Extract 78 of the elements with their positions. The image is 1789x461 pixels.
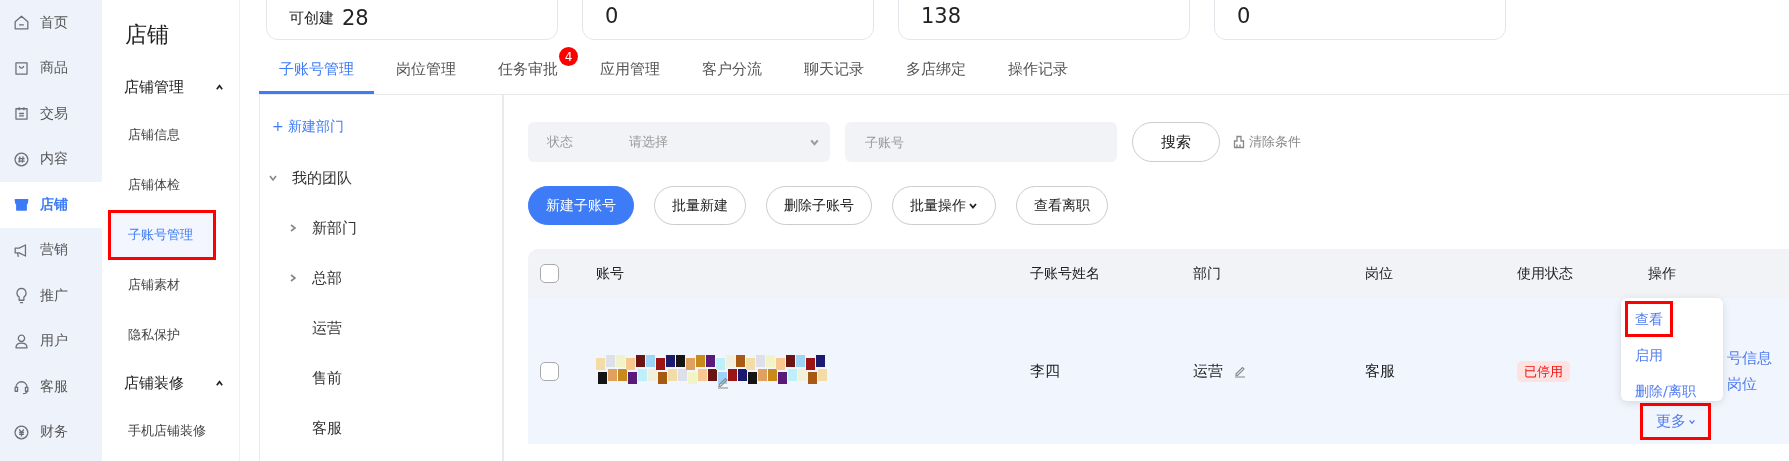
tree-item[interactable]: 新部门 bbox=[260, 203, 502, 253]
chevron-icon bbox=[268, 173, 278, 183]
checkbox[interactable] bbox=[540, 264, 559, 283]
sidebar-item[interactable]: 店铺信息 bbox=[108, 110, 216, 160]
sidebar-item[interactable]: 店铺素材 bbox=[108, 260, 216, 310]
chevron-icon bbox=[1687, 417, 1696, 426]
nav-item[interactable]: 推广 bbox=[0, 273, 102, 319]
nav-item[interactable]: 用户 bbox=[0, 318, 102, 364]
action-link[interactable]: 岗位 bbox=[1727, 375, 1772, 394]
toolbar-button[interactable]: 新建子账号 bbox=[528, 186, 634, 225]
stat-value: 28 bbox=[342, 8, 369, 28]
stat-value: 0 bbox=[605, 4, 619, 28]
chevron-icon bbox=[215, 82, 224, 92]
tree-label: 总部 bbox=[312, 268, 342, 288]
nav-item[interactable]: 客服 bbox=[0, 364, 102, 410]
sidebar-item[interactable]: 子账号管理 bbox=[108, 210, 216, 260]
nav-item[interactable]: 店铺 bbox=[0, 182, 102, 228]
tree-item[interactable]: 总部 bbox=[260, 253, 502, 303]
tab[interactable]: 聊天记录 bbox=[784, 44, 884, 94]
column-header: 部门 bbox=[1193, 264, 1222, 283]
column-header: 子账号姓名 bbox=[1030, 264, 1101, 283]
sidebar-group[interactable]: 店铺装修 bbox=[108, 360, 224, 406]
sidebar-group[interactable]: 店铺管理 bbox=[108, 64, 224, 110]
nav-item[interactable]: 内容 bbox=[0, 136, 102, 182]
sidebar-item[interactable]: 隐私保护 bbox=[108, 310, 216, 360]
stat-value: 0 bbox=[1237, 4, 1251, 28]
tree-label: 售前 bbox=[312, 368, 342, 388]
chevron-icon bbox=[288, 273, 298, 283]
column-header: 操作 bbox=[1648, 264, 1677, 283]
table-cell-text: 李四 bbox=[1030, 361, 1061, 381]
column-header: 使用状态 bbox=[1517, 264, 1574, 283]
stat-value: 138 bbox=[921, 4, 962, 28]
toolbar-button[interactable]: 查看离职 bbox=[1016, 186, 1108, 225]
tab[interactable]: 子账号管理 bbox=[259, 44, 374, 94]
more-link[interactable]: 更多 bbox=[1640, 403, 1711, 440]
tab[interactable]: 岗位管理 bbox=[376, 44, 476, 94]
nav-item[interactable]: 交易 bbox=[0, 91, 102, 137]
status-tag: 已停用 bbox=[1517, 360, 1570, 382]
search-button[interactable]: 搜索 bbox=[1132, 122, 1220, 162]
toolbar-button[interactable]: 删除子账号 bbox=[766, 186, 872, 225]
table-cell-text: 客服 bbox=[1365, 361, 1396, 381]
tree-item[interactable]: 售前 bbox=[260, 353, 502, 403]
menu-item[interactable]: 启用 bbox=[1625, 337, 1673, 373]
tab[interactable]: 操作记录 bbox=[988, 44, 1088, 94]
sidebar-item[interactable]: 手机店铺装修 bbox=[108, 406, 216, 456]
chevron-icon bbox=[215, 378, 224, 388]
tree-label: 客服 bbox=[312, 418, 342, 438]
tab[interactable]: 任务审批 4 bbox=[478, 44, 578, 94]
nav-item[interactable]: 财务 bbox=[0, 409, 102, 455]
tree-item[interactable]: 客服 bbox=[260, 403, 502, 453]
sidebar-item[interactable]: 店铺体检 bbox=[108, 160, 216, 210]
checkbox[interactable] bbox=[540, 361, 559, 381]
add-department-link[interactable]: + 新建部门 bbox=[272, 113, 502, 153]
toolbar-button[interactable]: 批量操作 bbox=[892, 186, 996, 225]
tree-item[interactable]: 运营 bbox=[260, 303, 502, 353]
tab[interactable]: 应用管理 bbox=[580, 44, 680, 94]
tree-item[interactable]: 我的团队 bbox=[260, 153, 502, 203]
column-header: 账号 bbox=[596, 264, 625, 283]
nav-item[interactable]: 商品 bbox=[0, 45, 102, 91]
nav-item[interactable]: 首页 bbox=[0, 0, 102, 46]
tree-label: 新部门 bbox=[312, 218, 357, 238]
toolbar-button[interactable]: 批量新建 bbox=[654, 186, 746, 225]
clear-filters-link[interactable]: 清除条件 bbox=[1232, 133, 1301, 151]
nav-item[interactable]: 营销 bbox=[0, 227, 102, 273]
tree-label: 运营 bbox=[312, 318, 342, 338]
table-cell: 运营 bbox=[1193, 361, 1223, 381]
stat-label: 可创建 bbox=[289, 9, 334, 28]
chevron-icon bbox=[288, 223, 298, 233]
sidebar-title: 店铺 bbox=[125, 21, 170, 49]
menu-item[interactable]: 查看 bbox=[1625, 301, 1673, 337]
action-link[interactable]: 号信息 bbox=[1727, 349, 1772, 368]
tab[interactable]: 客户分流 bbox=[682, 44, 782, 94]
count-badge: 4 bbox=[559, 47, 578, 66]
account-input[interactable]: 子账号 bbox=[845, 122, 1117, 162]
column-header: 岗位 bbox=[1365, 264, 1394, 283]
edit-icon[interactable] bbox=[716, 375, 730, 389]
tab[interactable]: 多店绑定 bbox=[886, 44, 986, 94]
tree-label: 我的团队 bbox=[292, 168, 352, 188]
